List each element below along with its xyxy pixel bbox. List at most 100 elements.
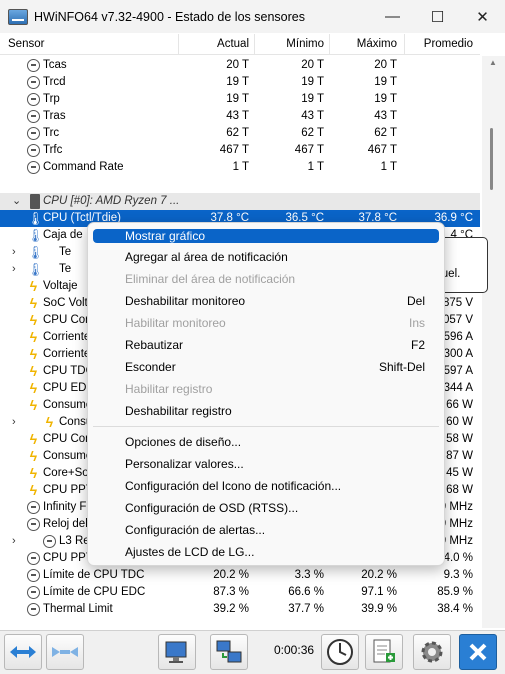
sensor-row[interactable]: Trfc 467 T 467 T 467 T bbox=[0, 142, 480, 159]
vertical-scrollbar[interactable] bbox=[482, 56, 505, 628]
sensor-name: Te bbox=[59, 263, 72, 275]
chevron-right-icon[interactable]: › bbox=[12, 261, 16, 278]
thermometer-icon: 🌡 bbox=[27, 211, 44, 226]
value-avg: 4.0 % bbox=[443, 552, 473, 564]
menu-item-deshabilitar-registro[interactable]: Deshabilitar registro bbox=[93, 402, 439, 420]
bolt-icon: ϟ bbox=[29, 278, 38, 294]
sensor-name: Command Rate bbox=[43, 161, 124, 173]
value-max: 1 T bbox=[380, 161, 397, 173]
value-avg: 9.3 % bbox=[443, 569, 473, 581]
value-actual: 39.2 % bbox=[213, 603, 249, 615]
sensor-name: Consumo bbox=[43, 450, 93, 462]
menu-separator bbox=[93, 426, 439, 427]
sensor-row[interactable]: Tcas 20 T 20 T 20 T bbox=[0, 57, 480, 74]
clock-icon[interactable] bbox=[321, 634, 359, 670]
value-actual: 62 T bbox=[226, 127, 249, 139]
menu-item-habilitar-monitoreo: Habilitar monitoreo Ins bbox=[125, 316, 425, 330]
clock-icon bbox=[27, 127, 40, 140]
add-log-file-icon[interactable] bbox=[365, 634, 403, 670]
value-avg: 58 W bbox=[446, 433, 473, 445]
value-max: 97.1 % bbox=[361, 586, 397, 598]
column-header-maximo[interactable]: Máximo bbox=[357, 38, 397, 50]
sensor-name: Límite de CPU EDC bbox=[43, 586, 146, 598]
close-button[interactable]: ✕ bbox=[460, 0, 505, 33]
value-actual: 467 T bbox=[219, 144, 249, 156]
menu-item-personalizar-valores[interactable]: Personalizar valores... bbox=[93, 455, 439, 473]
clock-icon bbox=[27, 586, 40, 599]
column-header-actual[interactable]: Actual bbox=[217, 38, 249, 50]
menu-item-config-alertas[interactable]: Configuración de alertas... bbox=[93, 521, 439, 539]
value-avg: 597 A bbox=[443, 365, 473, 377]
sensor-name: Tcas bbox=[43, 59, 67, 71]
value-actual: 19 T bbox=[226, 93, 249, 105]
value-max: 20.2 % bbox=[361, 569, 397, 581]
bolt-icon: ϟ bbox=[29, 465, 38, 481]
bolt-icon: ϟ bbox=[29, 448, 38, 464]
value-actual: 1 T bbox=[232, 161, 249, 173]
menu-item-config-osd[interactable]: Configuración de OSD (RTSS)... bbox=[93, 499, 439, 517]
menu-item-mostrar-grafico[interactable]: Mostrar gráfico bbox=[93, 229, 439, 243]
sensor-name: Caja de bbox=[43, 229, 83, 241]
sensor-row[interactable]: Límite de CPU EDC 87.3 % 66.6 % 97.1 % 8… bbox=[0, 584, 480, 601]
menu-item-deshabilitar-monitoreo[interactable]: Deshabilitar monitoreo Del bbox=[93, 292, 439, 310]
chevron-down-icon[interactable]: ⌄ bbox=[12, 193, 21, 210]
sensor-row[interactable]: Tras 43 T 43 T 43 T bbox=[0, 108, 480, 125]
hwinfo-app-icon bbox=[8, 8, 28, 25]
sensor-row[interactable]: Trc 62 T 62 T 62 T bbox=[0, 125, 480, 142]
scrollbar-thumb[interactable] bbox=[490, 128, 493, 190]
menu-item-ajustes-lcd-lg[interactable]: Ajustes de LCD de LG... bbox=[93, 543, 439, 561]
value-actual: 19 T bbox=[226, 76, 249, 88]
value-min: 19 T bbox=[301, 76, 324, 88]
value-avg: 85.9 % bbox=[437, 586, 473, 598]
monitor-report-icon[interactable] bbox=[158, 634, 196, 670]
sensor-row[interactable]: Command Rate 1 T 1 T 1 T bbox=[0, 159, 480, 176]
column-header-promedio[interactable]: Promedio bbox=[424, 38, 473, 50]
clock-icon bbox=[27, 93, 40, 106]
column-header-minimo[interactable]: Mínimo bbox=[286, 38, 324, 50]
sensor-name: Infinity F bbox=[43, 501, 87, 513]
value-avg: 300 A bbox=[443, 348, 473, 360]
sensor-name: Te bbox=[59, 246, 72, 258]
scroll-up-arrow-icon[interactable]: ▲ bbox=[489, 58, 497, 67]
chevron-right-icon[interactable]: › bbox=[12, 414, 16, 431]
sensor-row[interactable]: Límite de CPU TDC 20.2 % 3.3 % 20.2 % 9.… bbox=[0, 567, 480, 584]
chevron-right-icon[interactable]: › bbox=[12, 533, 16, 550]
sensor-group-header-cpu[interactable]: ⌄ CPU [#0]: AMD Ryzen 7 ... bbox=[0, 193, 480, 210]
network-computers-icon[interactable] bbox=[210, 634, 248, 670]
clock-icon bbox=[27, 552, 40, 565]
sensor-name: Reloj del bbox=[43, 518, 88, 530]
menu-item-config-icono-notificacion[interactable]: Configuración del Icono de notificación.… bbox=[93, 477, 439, 495]
sensor-row[interactable]: Thermal Limit 39.2 % 37.7 % 39.9 % 38.4 … bbox=[0, 601, 480, 618]
sensor-name: CPU PPT bbox=[43, 552, 93, 564]
value-min: 3.3 % bbox=[294, 569, 324, 581]
bolt-icon: ϟ bbox=[29, 346, 38, 362]
sensor-name: Trfc bbox=[43, 144, 63, 156]
clock-icon bbox=[27, 110, 40, 123]
settings-gear-icon[interactable] bbox=[413, 634, 451, 670]
arrows-collapse-icon[interactable] bbox=[46, 634, 84, 670]
clock-icon bbox=[43, 535, 56, 548]
value-max: 19 T bbox=[374, 76, 397, 88]
menu-item-opciones-diseno[interactable]: Opciones de diseño... bbox=[93, 433, 439, 451]
minimize-button[interactable]: — bbox=[370, 0, 415, 33]
maximize-button[interactable]: ☐ bbox=[415, 0, 460, 33]
value-avg: 45 W bbox=[446, 467, 473, 479]
bottom-toolbar: 0:00:36 bbox=[0, 630, 505, 674]
sensor-row[interactable]: Trp 19 T 19 T 19 T bbox=[0, 91, 480, 108]
column-header-sensor[interactable]: Sensor bbox=[8, 38, 44, 50]
arrows-swap-icon[interactable] bbox=[4, 634, 42, 670]
close-sensors-button[interactable] bbox=[459, 634, 497, 670]
window-title: HWiNFO64 v7.32-4900 - Estado de los sens… bbox=[34, 9, 305, 24]
menu-item-esconder[interactable]: Esconder Shift-Del bbox=[93, 358, 439, 376]
value-max: 43 T bbox=[374, 110, 397, 122]
menu-item-rebautizar[interactable]: Rebautizar F2 bbox=[93, 336, 439, 354]
clock-icon bbox=[27, 603, 40, 616]
value-avg: 596 A bbox=[443, 331, 473, 343]
bolt-icon: ϟ bbox=[45, 414, 54, 430]
sensor-row[interactable]: Trcd 19 T 19 T 19 T bbox=[0, 74, 480, 91]
context-menu: Mostrar gráfico Agregar al área de notif… bbox=[87, 222, 445, 566]
menu-item-agregar-notificacion[interactable]: Agregar al área de notificación bbox=[93, 248, 439, 266]
chevron-right-icon[interactable]: › bbox=[12, 244, 16, 261]
value-max: 39.9 % bbox=[361, 603, 397, 615]
value-min: 37.7 % bbox=[288, 603, 324, 615]
